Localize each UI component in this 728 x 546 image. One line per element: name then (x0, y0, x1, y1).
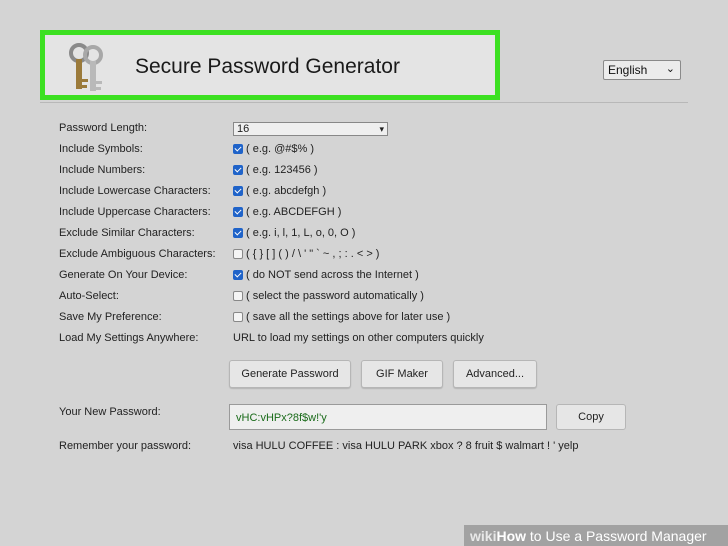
save-preference-hint: ( save all the settings above for later … (246, 311, 451, 323)
include-uppercase-label: Include Uppercase Characters: (59, 206, 211, 218)
password-length-label: Password Length: (59, 122, 148, 134)
load-settings-link[interactable]: URL to load my settings on other compute… (233, 332, 484, 344)
password-length-value: 16 (237, 123, 250, 135)
language-select[interactable]: English ⌄ (603, 60, 681, 80)
new-password-field[interactable]: vHC:vHPx?8f$w!'y (229, 404, 547, 430)
include-symbols-hint: ( e.g. @#$% ) (246, 143, 315, 155)
generate-on-device-checkbox[interactable] (233, 270, 243, 280)
generate-password-button[interactable]: Generate Password (229, 360, 351, 388)
save-preference-option: ( save all the settings above for later … (233, 311, 450, 323)
app-title: Secure Password Generator (135, 55, 400, 78)
exclude-similar-option: ( e.g. i, l, 1, L, o, 0, O ) (233, 227, 355, 239)
password-length-select[interactable]: 16 ▾ (233, 122, 388, 136)
include-symbols-label: Include Symbols: (59, 143, 143, 155)
include-numbers-checkbox[interactable] (233, 165, 243, 175)
generate-on-device-option: ( do NOT send across the Internet ) (233, 269, 419, 281)
exclude-ambiguous-label: Exclude Ambiguous Characters: (59, 248, 216, 260)
exclude-ambiguous-checkbox[interactable] (233, 249, 243, 259)
auto-select-checkbox[interactable] (233, 291, 243, 301)
include-lowercase-label: Include Lowercase Characters: (59, 185, 211, 197)
include-numbers-hint: ( e.g. 123456 ) (246, 164, 318, 176)
language-value: English (608, 63, 648, 77)
remember-password-phrase: visa HULU COFFEE : visa HULU PARK xbox ?… (233, 440, 579, 452)
keys-icon (69, 43, 103, 91)
include-numbers-label: Include Numbers: (59, 164, 146, 176)
include-numbers-option: ( e.g. 123456 ) (233, 164, 318, 176)
generate-on-device-hint: ( do NOT send across the Internet ) (246, 269, 419, 281)
include-uppercase-option: ( e.g. ABCDEFGH ) (233, 206, 341, 218)
watermark-how: How (496, 528, 527, 544)
load-settings-label: Load My Settings Anywhere: (59, 332, 199, 344)
auto-select-label: Auto-Select: (59, 290, 119, 302)
new-password-label: Your New Password: (59, 406, 161, 418)
save-preference-label: Save My Preference: (59, 311, 162, 323)
exclude-similar-checkbox[interactable] (233, 228, 243, 238)
exclude-similar-label: Exclude Similar Characters: (59, 227, 195, 239)
remember-password-label: Remember your password: (59, 440, 192, 452)
watermark-brand: wiki (470, 528, 497, 544)
auto-select-option: ( select the password automatically ) (233, 290, 424, 302)
include-uppercase-checkbox[interactable] (233, 207, 243, 217)
gif-maker-button[interactable]: GIF Maker (361, 360, 443, 388)
exclude-ambiguous-hint: ( { } [ ] ( ) / \ ' " ` ~ , ; : . < > ) (246, 248, 380, 260)
chevron-down-icon: ⌄ (665, 63, 675, 75)
exclude-ambiguous-option: ( { } [ ] ( ) / \ ' " ` ~ , ; : . < > ) (233, 248, 379, 260)
save-preference-checkbox[interactable] (233, 312, 243, 322)
chevron-down-icon: ▾ (379, 124, 384, 134)
include-uppercase-hint: ( e.g. ABCDEFGH ) (246, 206, 342, 218)
include-lowercase-option: ( e.g. abcdefgh ) (233, 185, 326, 197)
advanced-button[interactable]: Advanced... (453, 360, 537, 388)
include-lowercase-checkbox[interactable] (233, 186, 243, 196)
header-divider (40, 102, 688, 103)
include-symbols-option: ( e.g. @#$% ) (233, 143, 314, 155)
app-header: Secure Password Generator (40, 30, 500, 100)
exclude-similar-hint: ( e.g. i, l, 1, L, o, 0, O ) (246, 227, 356, 239)
include-lowercase-hint: ( e.g. abcdefgh ) (246, 185, 327, 197)
auto-select-hint: ( select the password automatically ) (246, 290, 424, 302)
watermark-banner: wikiHow to Use a Password Manager (464, 525, 728, 546)
watermark-text: to Use a Password Manager (529, 528, 707, 544)
include-symbols-checkbox[interactable] (233, 144, 243, 154)
copy-button[interactable]: Copy (556, 404, 626, 430)
generate-on-device-label: Generate On Your Device: (59, 269, 188, 281)
